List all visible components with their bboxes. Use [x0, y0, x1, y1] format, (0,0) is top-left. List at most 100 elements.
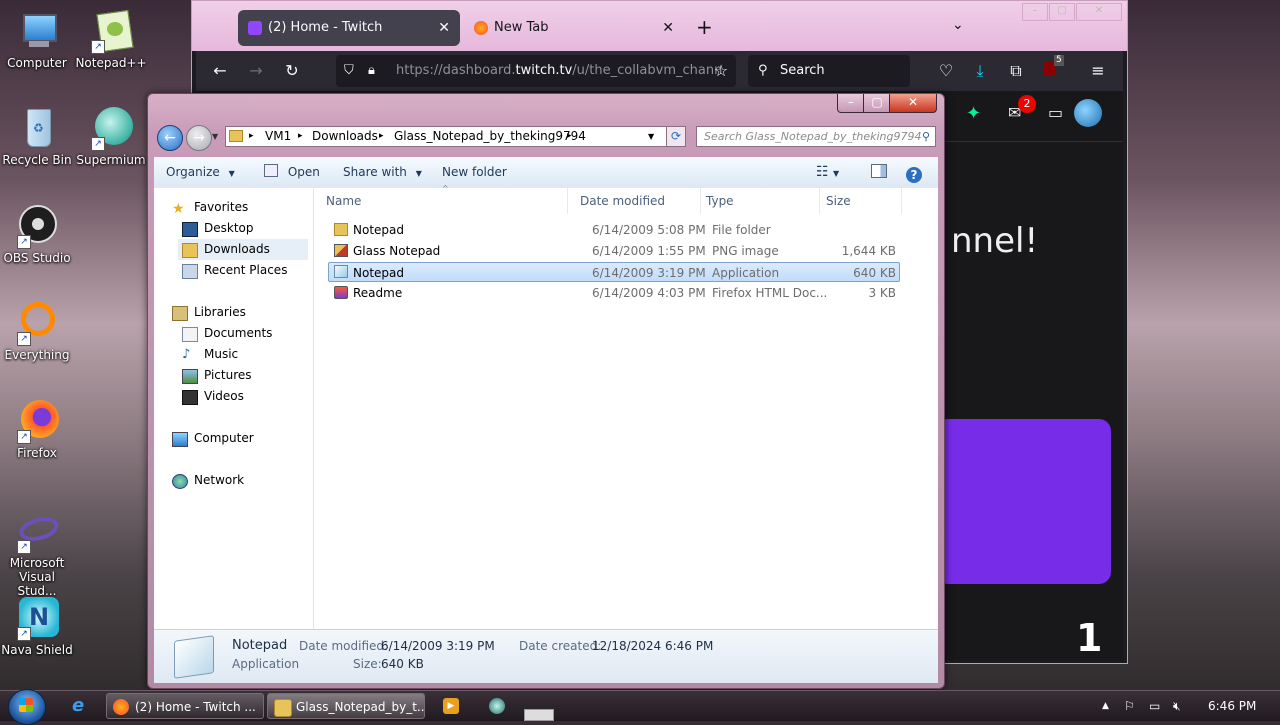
ublock-icon[interactable]: 5	[1038, 55, 1064, 83]
downloads-icon[interactable]: ⤓	[968, 59, 992, 83]
list-all-tabs-icon[interactable]: ⌄	[952, 17, 964, 33]
desktop-icon-computer[interactable]: Computer	[0, 10, 74, 70]
action-center-icon[interactable]: ⚐	[1124, 691, 1135, 721]
clock[interactable]: 6:46 PM	[1208, 691, 1256, 721]
close-tab-icon[interactable]: ✕	[438, 10, 450, 46]
minimize-button[interactable]: –	[837, 94, 865, 113]
nav-network[interactable]: Network	[168, 470, 308, 491]
forward-icon[interactable]: →	[244, 59, 268, 83]
back-button[interactable]: ←	[157, 125, 183, 151]
desktop-icon-nava-shield[interactable]: N ↗ Nava Shield	[0, 597, 74, 657]
explorer-window: – ▢ ✕ ← → ▼ ▸ VM1 ▸ Downloads ▸ Glass_No…	[147, 93, 945, 689]
command-bar: Organize ▼ Open Share with ▼ New folder …	[154, 157, 938, 189]
nav-downloads[interactable]: Downloads	[178, 239, 308, 260]
search-bar[interactable]: ⚲ Search	[748, 55, 910, 87]
taskbar-thumbnail-icon[interactable]	[524, 709, 554, 721]
purple-card[interactable]	[936, 419, 1111, 584]
organize-button[interactable]: Organize ▼	[166, 157, 235, 188]
taskbar-item-explorer[interactable]: Glass_Notepad_by_t...	[267, 693, 425, 719]
change-view-icon[interactable]: ☷ ▼	[816, 157, 839, 188]
tab-twitch-home[interactable]: (2) Home - Twitch ✕	[238, 10, 460, 46]
help-icon[interactable]: ?	[906, 157, 922, 188]
supermium-taskbar-icon[interactable]	[489, 698, 505, 714]
column-header-type[interactable]: Type	[700, 188, 820, 214]
search-input[interactable]: Search Glass_Notepad_by_theking9794 ⚲	[696, 126, 936, 147]
column-header-size[interactable]: Size	[820, 188, 902, 214]
column-header-name[interactable]: Name	[314, 188, 568, 214]
sparkle-icon[interactable]: ✦	[966, 103, 981, 124]
supermium-icon: ↗	[89, 107, 133, 151]
nav-favorites[interactable]: ★ Favorites	[168, 197, 308, 218]
breadcrumb-vm1[interactable]: VM1	[265, 127, 291, 146]
close-button[interactable]: ✕	[1076, 3, 1122, 21]
desktop-icon-everything[interactable]: ↗ Everything	[0, 302, 74, 362]
nav-desktop[interactable]: Desktop	[178, 218, 308, 239]
nav-videos[interactable]: Videos	[178, 386, 308, 407]
media-player-icon[interactable]: ▶	[443, 698, 459, 714]
reload-icon[interactable]: ↻	[280, 59, 304, 83]
file-row[interactable]: Glass Notepad 6/14/2009 1:55 PM PNG imag…	[328, 241, 900, 261]
taskbar-item-firefox[interactable]: (2) Home - Twitch ...	[106, 693, 264, 719]
explorer-nav-row: ← → ▼ ▸ VM1 ▸ Downloads ▸ Glass_Notepad_…	[148, 120, 944, 151]
desktop-icon-recycle-bin[interactable]: ♻ Recycle Bin	[0, 107, 74, 167]
forward-button[interactable]: →	[186, 125, 212, 151]
recent-pages-icon[interactable]: ▼	[212, 132, 218, 141]
chevron-down-icon: ▼	[415, 169, 422, 178]
windows-logo-icon	[19, 698, 33, 712]
close-button[interactable]: ✕	[889, 94, 937, 113]
column-header-date[interactable]: Date modified	[580, 188, 701, 214]
shortcut-arrow-icon: ↗	[17, 540, 31, 554]
minimize-button[interactable]: –	[1022, 3, 1048, 21]
tab-new-tab[interactable]: New Tab ✕	[464, 10, 684, 46]
bookmark-star-icon[interactable]: ☆	[709, 59, 733, 83]
menu-icon[interactable]: ≡	[1086, 59, 1110, 83]
desktop-icon-label: Computer	[7, 56, 67, 70]
refresh-button[interactable]: ⟳	[666, 126, 686, 147]
file-row-selected[interactable]: Notepad 6/14/2009 3:19 PM Application 64…	[328, 262, 900, 282]
url-bar[interactable]: ⛉ 🔒︎ https://dashboard.twitch.tv/u/the_c…	[336, 55, 736, 87]
nav-label: Favorites	[194, 200, 249, 214]
open-icon	[264, 164, 278, 177]
desktop-icon-label: Supermium	[76, 153, 146, 167]
avatar[interactable]	[1074, 99, 1102, 127]
desktop-icon-visual-studio[interactable]: ↗ Microsoft Visual Stud...	[0, 510, 74, 598]
volume-muted-icon[interactable]: 🔇︎	[1173, 691, 1181, 721]
desktop-icon-notepadpp[interactable]: ↗ Notepad++	[74, 9, 148, 70]
file-row[interactable]: Readme 6/14/2009 4:03 PM Firefox HTML Do…	[328, 283, 900, 303]
network-icon[interactable]: ▭	[1149, 691, 1160, 721]
show-hidden-icons[interactable]: ▲	[1102, 691, 1109, 721]
desktop-icon-obs-studio[interactable]: ↗ OBS Studio	[0, 205, 74, 265]
desktop-icon-supermium[interactable]: ↗ Supermium	[74, 107, 148, 167]
preview-pane-icon[interactable]	[871, 157, 887, 188]
close-tab-icon[interactable]: ✕	[662, 10, 674, 46]
nav-label: Documents	[204, 326, 273, 340]
breadcrumb-downloads[interactable]: Downloads	[312, 127, 378, 146]
address-dropdown-icon[interactable]: ▼	[648, 127, 654, 146]
file-row[interactable]: Notepad 6/14/2009 5:08 PM File folder	[328, 220, 900, 240]
whispers-icon[interactable]: ▭	[1048, 103, 1063, 122]
chevron-down-icon: ▼	[228, 169, 235, 178]
new-folder-button[interactable]: New folder	[442, 157, 507, 188]
nav-music[interactable]: ♪ Music	[178, 344, 308, 365]
extensions-icon[interactable]: ⧉	[1004, 59, 1028, 83]
nav-recent-places[interactable]: Recent Places	[178, 260, 308, 281]
pocket-icon[interactable]: ♡	[934, 59, 958, 83]
share-with-button[interactable]: Share with ▼	[343, 157, 422, 188]
maximize-button[interactable]: ▢	[1049, 3, 1075, 21]
details-kind: Application	[232, 657, 300, 671]
desktop-icon-firefox[interactable]: ↗ Firefox	[0, 400, 74, 460]
address-bar[interactable]: ▸ VM1 ▸ Downloads ▸ Glass_Notepad_by_the…	[225, 126, 685, 147]
maximize-button[interactable]: ▢	[863, 94, 891, 113]
open-button[interactable]: Open	[264, 157, 320, 188]
details-date-modified-label: Date modified:	[299, 639, 389, 653]
back-icon[interactable]: ←	[208, 59, 232, 83]
nav-documents[interactable]: Documents	[178, 323, 308, 344]
firefox-nav-bar: ← → ↻ ⛉ 🔒︎ https://dashboard.twitch.tv/u…	[196, 51, 1123, 91]
nav-libraries[interactable]: Libraries	[168, 302, 308, 323]
breadcrumb-current-folder[interactable]: Glass_Notepad_by_theking9794	[394, 127, 586, 146]
internet-explorer-icon[interactable]: e	[72, 697, 84, 715]
nav-computer[interactable]: Computer	[168, 428, 308, 449]
url-prefix: https://dashboard.	[396, 63, 516, 78]
nav-pictures[interactable]: Pictures	[178, 365, 308, 386]
new-tab-button[interactable]: +	[696, 15, 713, 39]
